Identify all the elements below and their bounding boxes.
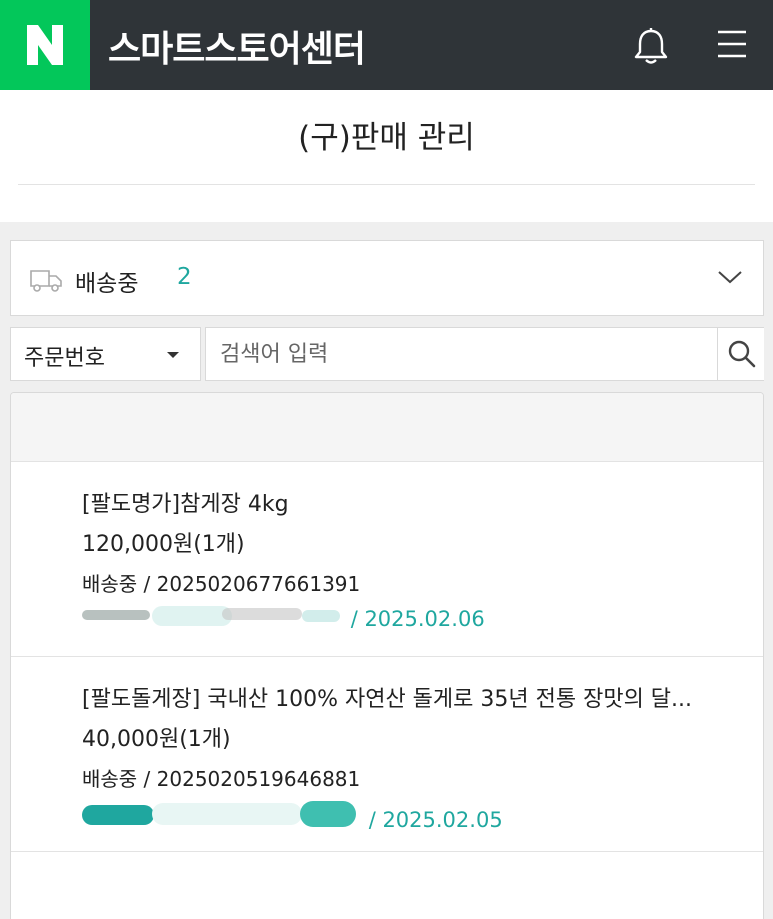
order-list-header xyxy=(11,393,763,462)
chevron-down-icon[interactable] xyxy=(717,269,743,289)
top-bar: 스마트스토어센터 xyxy=(0,0,773,90)
order-product-name: [팔도돌게장] 국내산 100% 자연산 돌게로 35년 전통 장맛의 달... xyxy=(82,687,693,712)
page-title: (구)판매 관리 xyxy=(298,120,475,156)
order-status-number: 배송중 / 2025020519646881 xyxy=(82,767,361,791)
order-date: / 2025.02.06 xyxy=(350,607,485,631)
search-field-select-value: 주문번호 xyxy=(24,346,105,371)
bell-icon[interactable] xyxy=(632,26,670,70)
order-price: 120,000원(1개) xyxy=(82,532,245,557)
search-input[interactable] xyxy=(206,328,717,380)
caret-down-icon xyxy=(167,352,179,358)
status-count: 2 xyxy=(177,264,192,290)
order-buyer-line: / 2025.02.06 xyxy=(82,606,485,631)
order-buyer-line: / 2025.02.05 xyxy=(82,801,503,832)
title-divider xyxy=(18,184,755,185)
naver-n-icon xyxy=(27,25,63,65)
app-title: 스마트스토어센터 xyxy=(108,29,366,70)
order-item[interactable]: [팔도돌게장] 국내산 100% 자연산 돌게로 35년 전통 장맛의 달...… xyxy=(11,657,763,852)
order-item[interactable]: [팔도명가]참게장 4kg 120,000원(1개) 배송중 / 2025020… xyxy=(11,462,763,657)
search-box xyxy=(205,327,764,381)
status-label: 배송중 xyxy=(75,271,139,297)
search-button[interactable] xyxy=(717,328,764,380)
search-field-select[interactable]: 주문번호 xyxy=(10,327,201,381)
truck-icon xyxy=(29,268,63,296)
delivery-status-filter[interactable]: 배송중 2 xyxy=(10,240,764,316)
order-list: [팔도명가]참게장 4kg 120,000원(1개) 배송중 / 2025020… xyxy=(10,392,764,919)
hamburger-menu-icon[interactable] xyxy=(716,28,748,64)
redacted-buyer-info xyxy=(82,606,344,626)
redacted-buyer-info xyxy=(82,801,362,827)
order-status-number: 배송중 / 2025020677661391 xyxy=(82,572,361,596)
order-date: / 2025.02.05 xyxy=(368,808,503,832)
order-price: 40,000원(1개) xyxy=(82,727,231,752)
search-icon xyxy=(728,340,756,368)
order-product-name: [팔도명가]참게장 4kg xyxy=(82,492,289,517)
naver-logo[interactable] xyxy=(0,0,90,90)
